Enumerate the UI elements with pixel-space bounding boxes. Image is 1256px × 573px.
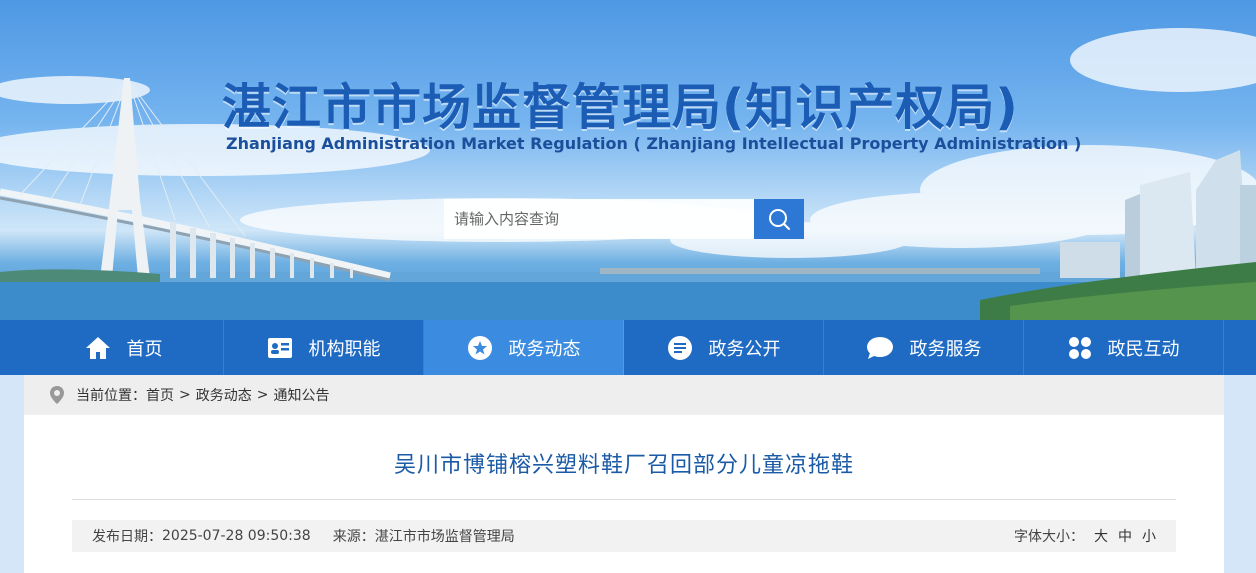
search-icon [769, 209, 790, 230]
source-value: 湛江市市场监督管理局 [374, 529, 515, 545]
site-subtitle: Zhanjiang Administration Market Regulati… [226, 134, 1082, 153]
source-label: 来源： [332, 529, 375, 545]
site-title: 湛江市市场监督管理局(知识产权局) [222, 79, 1019, 136]
location-pin-icon [50, 386, 64, 404]
page-side-left [0, 375, 24, 573]
nav-item-label: 机构职能 [308, 338, 381, 360]
search-button[interactable] [754, 199, 804, 239]
nav-item-interaction[interactable]: 政民互动 [1024, 320, 1224, 375]
breadcrumb: 当前位置： 首页 > 政务动态 > 通知公告 [24, 375, 1224, 415]
publish-date: 2025-07-28 09:50:38 [162, 528, 311, 544]
page-side-right [1224, 375, 1256, 573]
nav-item-open-affairs[interactable]: 政务公开 [624, 320, 824, 375]
nav-item-label: 政务公开 [708, 338, 781, 360]
article-container: 吴川市博铺榕兴塑料鞋厂召回部分儿童凉拖鞋 发布日期： 2025-07-28 09… [24, 415, 1224, 573]
search-input[interactable] [444, 199, 754, 239]
breadcrumb-news[interactable]: 政务动态 [196, 385, 252, 405]
grid-icon [1068, 336, 1092, 360]
nav-item-institution[interactable]: 机构职能 [224, 320, 424, 375]
nav-item-home[interactable]: 首页 [24, 320, 224, 375]
nav-item-services[interactable]: 政务服务 [824, 320, 1024, 375]
font-size-medium[interactable]: 中 [1118, 526, 1132, 546]
document-icon [667, 335, 693, 361]
font-size-large[interactable]: 大 [1094, 526, 1108, 546]
star-circle-icon [467, 335, 493, 361]
publish-date-label: 发布日期： [92, 529, 162, 545]
chat-bubble-icon [866, 336, 894, 360]
nav-item-label: 政务服务 [909, 338, 982, 360]
search-box [444, 199, 804, 239]
nav-item-label: 政务动态 [508, 338, 581, 360]
font-size-small[interactable]: 小 [1142, 526, 1156, 546]
title-divider [72, 499, 1176, 500]
article-title: 吴川市博铺榕兴塑料鞋厂召回部分儿童凉拖鞋 [393, 453, 854, 478]
nav-item-news[interactable]: 政务动态 [424, 320, 624, 375]
breadcrumb-home[interactable]: 首页 [146, 385, 174, 405]
banner-scenery [0, 28, 1256, 320]
nav-item-label: 政民互动 [1107, 338, 1180, 360]
article-meta: 发布日期： 2025-07-28 09:50:38 来源： 湛江市市场监督管理局… [72, 520, 1176, 552]
home-icon [85, 336, 111, 360]
main-nav: 首页 机构职能 政务动态 政务公开 政务服务 政民互动 [0, 320, 1256, 375]
nav-item-label: 首页 [126, 338, 163, 360]
breadcrumb-separator: > [179, 387, 191, 403]
breadcrumb-notices[interactable]: 通知公告 [273, 385, 329, 405]
breadcrumb-prefix: 当前位置： [76, 388, 146, 404]
font-size-label: 字体大小： [1014, 529, 1084, 545]
header-banner: 湛江市市场监督管理局(知识产权局) Zhanjiang Administrati… [0, 0, 1256, 320]
id-card-icon [267, 337, 293, 359]
breadcrumb-separator: > [256, 387, 269, 403]
